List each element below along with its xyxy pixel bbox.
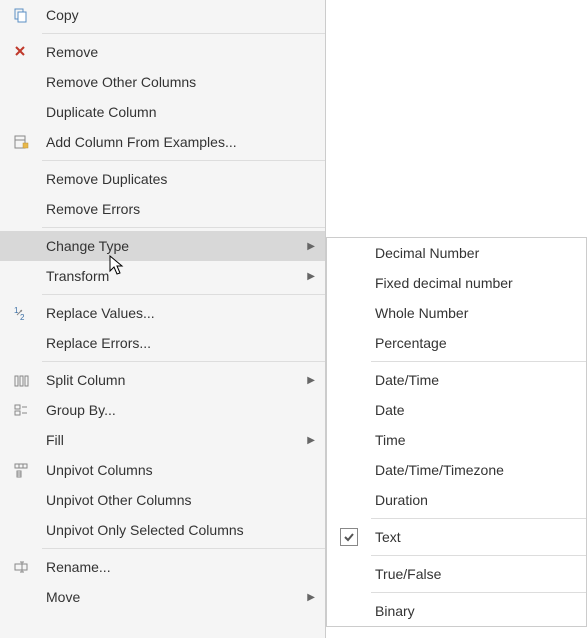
- submenu-arrow-icon: ▶: [299, 375, 315, 386]
- unpivot-icon: [0, 462, 42, 478]
- checkmark-icon: [327, 528, 371, 546]
- menu-item-rename[interactable]: Rename...: [0, 552, 325, 582]
- menu-label: Unpivot Only Selected Columns: [42, 522, 315, 538]
- menu-item-remove-duplicates[interactable]: Remove Duplicates: [0, 164, 325, 194]
- split-column-icon: [0, 372, 42, 388]
- menu-item-replace-errors[interactable]: Replace Errors...: [0, 328, 325, 358]
- menu-item-transform[interactable]: Transform ▶: [0, 261, 325, 291]
- menu-label: Fill: [42, 432, 299, 448]
- separator: [371, 518, 586, 519]
- menu-item-remove[interactable]: Remove: [0, 37, 325, 67]
- separator: [42, 160, 325, 161]
- group-by-icon: [0, 402, 42, 418]
- menu-item-remove-other-columns[interactable]: Remove Other Columns: [0, 67, 325, 97]
- submenu-item-binary[interactable]: Binary: [327, 596, 586, 626]
- submenu-item-decimal-number[interactable]: Decimal Number: [327, 238, 586, 268]
- remove-icon: [0, 44, 42, 60]
- separator: [42, 33, 325, 34]
- separator: [42, 294, 325, 295]
- menu-label: Text: [371, 529, 576, 545]
- menu-label: Replace Errors...: [42, 335, 315, 351]
- menu-label: Decimal Number: [371, 245, 576, 261]
- submenu-arrow-icon: ▶: [299, 592, 315, 603]
- separator: [371, 361, 586, 362]
- separator: [42, 548, 325, 549]
- submenu-item-duration[interactable]: Duration: [327, 485, 586, 515]
- separator: [371, 555, 586, 556]
- menu-label: Group By...: [42, 402, 315, 418]
- menu-label: Rename...: [42, 559, 315, 575]
- change-type-submenu: Decimal Number Fixed decimal number Whol…: [326, 237, 587, 627]
- menu-item-unpivot-columns[interactable]: Unpivot Columns: [0, 455, 325, 485]
- menu-item-change-type[interactable]: Change Type ▶: [0, 231, 325, 261]
- add-column-examples-icon: [0, 134, 42, 150]
- svg-text:2: 2: [20, 313, 25, 321]
- menu-label: True/False: [371, 566, 576, 582]
- submenu-arrow-icon: ▶: [299, 241, 315, 252]
- separator: [42, 227, 325, 228]
- menu-label: Binary: [371, 603, 576, 619]
- menu-item-replace-values[interactable]: 1 2 Replace Values...: [0, 298, 325, 328]
- menu-label: Remove: [42, 44, 315, 60]
- submenu-item-truefalse[interactable]: True/False: [327, 559, 586, 589]
- menu-label: Replace Values...: [42, 305, 315, 321]
- menu-item-split-column[interactable]: Split Column ▶: [0, 365, 325, 395]
- rename-icon: [0, 559, 42, 575]
- menu-item-add-column-from-examples[interactable]: Add Column From Examples...: [0, 127, 325, 157]
- submenu-item-fixed-decimal-number[interactable]: Fixed decimal number: [327, 268, 586, 298]
- copy-icon: [0, 7, 42, 23]
- submenu-item-time[interactable]: Time: [327, 425, 586, 455]
- menu-label: Transform: [42, 268, 299, 284]
- menu-label: Percentage: [371, 335, 576, 351]
- menu-label: Remove Other Columns: [42, 74, 315, 90]
- menu-item-unpivot-other-columns[interactable]: Unpivot Other Columns: [0, 485, 325, 515]
- menu-label: Fixed decimal number: [371, 275, 576, 291]
- menu-label: Date/Time: [371, 372, 576, 388]
- menu-label: Move: [42, 589, 299, 605]
- submenu-item-datetime-timezone[interactable]: Date/Time/Timezone: [327, 455, 586, 485]
- context-menu: Copy Remove Remove Other Columns Duplica…: [0, 0, 326, 638]
- menu-item-unpivot-only-selected[interactable]: Unpivot Only Selected Columns: [0, 515, 325, 545]
- replace-values-icon: 1 2: [0, 305, 42, 321]
- menu-item-fill[interactable]: Fill ▶: [0, 425, 325, 455]
- menu-label: Date: [371, 402, 576, 418]
- submenu-item-percentage[interactable]: Percentage: [327, 328, 586, 358]
- menu-label: Unpivot Other Columns: [42, 492, 315, 508]
- menu-item-group-by[interactable]: Group By...: [0, 395, 325, 425]
- menu-label: Copy: [42, 7, 315, 23]
- menu-label: Date/Time/Timezone: [371, 462, 576, 478]
- submenu-item-whole-number[interactable]: Whole Number: [327, 298, 586, 328]
- submenu-item-datetime[interactable]: Date/Time: [327, 365, 586, 395]
- menu-item-duplicate-column[interactable]: Duplicate Column: [0, 97, 325, 127]
- menu-item-copy[interactable]: Copy: [0, 0, 325, 30]
- menu-label: Duration: [371, 492, 576, 508]
- menu-label: Add Column From Examples...: [42, 134, 315, 150]
- menu-label: Split Column: [42, 372, 299, 388]
- separator: [42, 361, 325, 362]
- submenu-item-date[interactable]: Date: [327, 395, 586, 425]
- submenu-item-text[interactable]: Text: [327, 522, 586, 552]
- submenu-arrow-icon: ▶: [299, 435, 315, 446]
- menu-label: Unpivot Columns: [42, 462, 315, 478]
- menu-label: Remove Errors: [42, 201, 315, 217]
- menu-label: Time: [371, 432, 576, 448]
- menu-label: Duplicate Column: [42, 104, 315, 120]
- menu-label: Change Type: [42, 238, 299, 254]
- menu-label: Whole Number: [371, 305, 576, 321]
- menu-item-move[interactable]: Move ▶: [0, 582, 325, 612]
- menu-item-remove-errors[interactable]: Remove Errors: [0, 194, 325, 224]
- separator: [371, 592, 586, 593]
- submenu-arrow-icon: ▶: [299, 271, 315, 282]
- menu-label: Remove Duplicates: [42, 171, 315, 187]
